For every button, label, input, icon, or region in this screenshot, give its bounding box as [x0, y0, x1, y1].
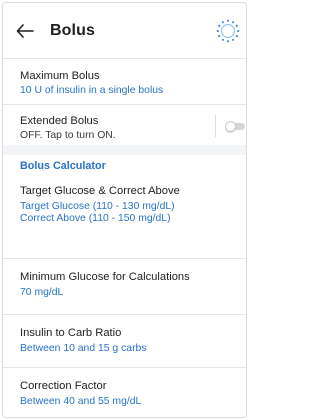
toggle-knob	[225, 121, 236, 132]
screen: Bolus Maximum Bolus 10 U of insulin in a…	[2, 2, 247, 418]
maximum-bolus-value: 10 U of insulin in a single bolus	[20, 85, 164, 96]
setting-row-correction-factor[interactable]: Correction Factor Between 40 and 55 mg/d…	[3, 368, 246, 417]
target-glucose-value: Target Glucose (110 - 130 mg/dL)	[20, 201, 175, 212]
extended-bolus-toggle[interactable]	[225, 121, 245, 132]
pod-status-icon[interactable]	[216, 19, 240, 43]
correct-above-value: Correct Above (110 - 150 mg/dL)	[20, 213, 171, 224]
minimum-glucose-value: 70 mg/dL	[20, 287, 64, 298]
toggle-divider	[215, 115, 216, 137]
target-glucose-label: Target Glucose & Correct Above	[20, 185, 180, 197]
correction-factor-value: Between 40 and 55 mg/dL	[20, 396, 142, 407]
setting-row-insulin-to-carb[interactable]: Insulin to Carb Ratio Between 10 and 15 …	[3, 315, 246, 368]
setting-row-maximum-bolus[interactable]: Maximum Bolus 10 U of insulin in a singl…	[3, 59, 246, 105]
setting-row-target-glucose[interactable]: Target Glucose & Correct Above Target Gl…	[3, 173, 246, 259]
minimum-glucose-label: Minimum Glucose for Calculations	[20, 271, 190, 283]
setting-row-minimum-glucose[interactable]: Minimum Glucose for Calculations 70 mg/d…	[3, 259, 246, 315]
bolus-calculator-header: Bolus Calculator	[20, 160, 106, 172]
back-arrow-icon[interactable]	[13, 19, 37, 43]
maximum-bolus-label: Maximum Bolus	[20, 70, 100, 82]
extended-bolus-label: Extended Bolus	[20, 115, 99, 127]
insulin-to-carb-value: Between 10 and 15 g carbs	[20, 343, 147, 354]
app-bar: Bolus	[3, 3, 246, 59]
section-divider	[3, 145, 246, 155]
page-title: Bolus	[50, 22, 95, 39]
extended-bolus-value: OFF. Tap to turn ON.	[20, 130, 116, 141]
setting-row-extended-bolus[interactable]: Extended Bolus OFF. Tap to turn ON.	[3, 105, 246, 145]
correction-factor-label: Correction Factor	[20, 380, 107, 392]
insulin-to-carb-label: Insulin to Carb Ratio	[20, 327, 122, 339]
